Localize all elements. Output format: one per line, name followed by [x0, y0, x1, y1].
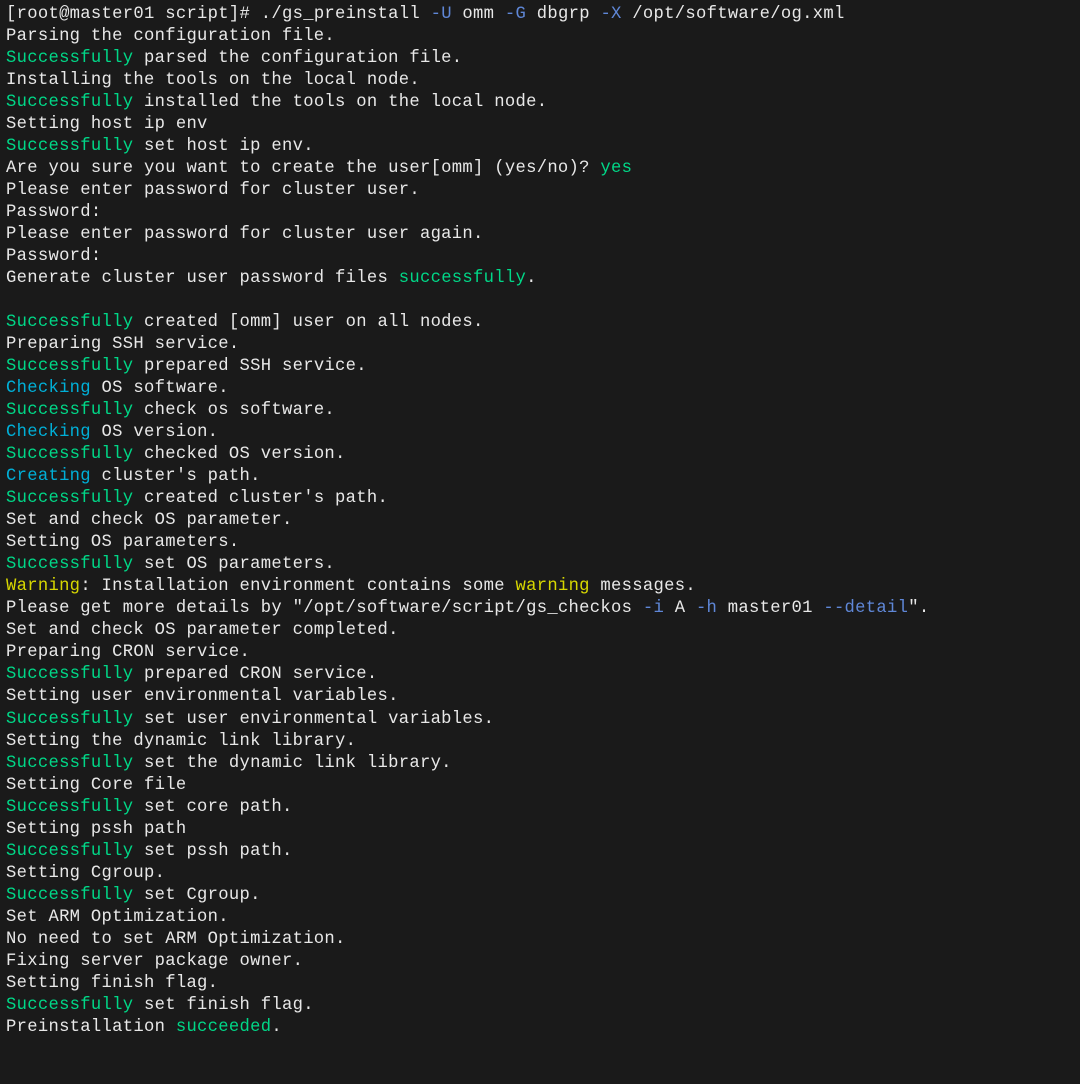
prompt-line: [root@master01 script]# ./gs_preinstall … [6, 4, 1074, 26]
output-line: Successfully parsed the configuration fi… [6, 48, 1074, 70]
flag-u: -U [431, 5, 452, 24]
output-line: Installing the tools on the local node. [6, 70, 1074, 92]
output-line: Password: [6, 246, 1074, 268]
output-line: Fixing server package owner. [6, 951, 1074, 973]
output-line: Preinstallation succeeded. [6, 1017, 1074, 1039]
output-line: Successfully check os software. [6, 400, 1074, 422]
output-line: Successfully created [omm] user on all n… [6, 312, 1074, 334]
output-line: Setting the dynamic link library. [6, 731, 1074, 753]
output-line: Successfully set core path. [6, 797, 1074, 819]
output-line: Checking OS version. [6, 422, 1074, 444]
output-line: Are you sure you want to create the user… [6, 158, 1074, 180]
output-line: Successfully set OS parameters. [6, 554, 1074, 576]
output-line: Preparing SSH service. [6, 334, 1074, 356]
output-line: Setting pssh path [6, 819, 1074, 841]
flag-g: -G [505, 5, 526, 24]
output-line: Setting finish flag. [6, 973, 1074, 995]
output-line: Parsing the configuration file. [6, 26, 1074, 48]
output-line: Setting Cgroup. [6, 863, 1074, 885]
output-line: Password: [6, 202, 1074, 224]
output-line: Set ARM Optimization. [6, 907, 1074, 929]
output-line: Successfully set finish flag. [6, 995, 1074, 1017]
output-line: Please get more details by "/opt/softwar… [6, 598, 1074, 620]
output-line: Successfully set user environmental vari… [6, 709, 1074, 731]
output-line: Set and check OS parameter completed. [6, 620, 1074, 642]
output-line: Setting host ip env [6, 114, 1074, 136]
output-line: No need to set ARM Optimization. [6, 929, 1074, 951]
output-line: Generate cluster user password files suc… [6, 268, 1074, 290]
flag-x: -X [600, 5, 621, 24]
arg-x: /opt/software/og.xml [622, 5, 845, 24]
output-line: Successfully created cluster's path. [6, 488, 1074, 510]
output-line: Setting user environmental variables. [6, 686, 1074, 708]
output-line: Creating cluster's path. [6, 466, 1074, 488]
output-line: Preparing CRON service. [6, 642, 1074, 664]
output-line: Please enter password for cluster user. [6, 180, 1074, 202]
output-line: Please enter password for cluster user a… [6, 224, 1074, 246]
output-line: Successfully set the dynamic link librar… [6, 753, 1074, 775]
output-line: Warning: Installation environment contai… [6, 576, 1074, 598]
input-yes: yes [600, 159, 632, 178]
shell-prompt: [root@master01 script]# [6, 5, 261, 24]
output-line: Checking OS software. [6, 378, 1074, 400]
output-line: Set and check OS parameter. [6, 510, 1074, 532]
arg-u: omm [452, 5, 505, 24]
output-line: Successfully prepared SSH service. [6, 356, 1074, 378]
command: ./gs_preinstall [261, 5, 431, 24]
output-line: Successfully checked OS version. [6, 444, 1074, 466]
output-line: Successfully set host ip env. [6, 136, 1074, 158]
arg-g: dbgrp [526, 5, 600, 24]
output-line: Successfully installed the tools on the … [6, 92, 1074, 114]
output-line: Successfully prepared CRON service. [6, 664, 1074, 686]
output-line: Setting Core file [6, 775, 1074, 797]
output-line: Setting OS parameters. [6, 532, 1074, 554]
terminal-output: [root@master01 script]# ./gs_preinstall … [6, 4, 1074, 1039]
output-line: Successfully set pssh path. [6, 841, 1074, 863]
output-line: Successfully set Cgroup. [6, 885, 1074, 907]
blank-line [6, 290, 1074, 312]
